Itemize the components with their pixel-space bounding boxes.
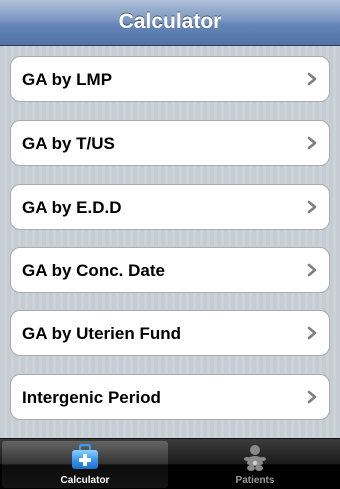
list-item-label: GA by LMP: [22, 70, 113, 89]
list-item-label: GA by Uterien Fund: [22, 324, 181, 343]
list-item-ga-by-uterien-fund[interactable]: GA by Uterien Fund: [10, 310, 330, 356]
baby-icon: [244, 445, 266, 471]
chevron-right-icon: [307, 72, 317, 86]
navigation-bar: Calculator: [0, 0, 340, 46]
screen: Calculator GA by LMP GA by T/US GA by E.…: [0, 0, 340, 489]
list-item-label: GA by Conc. Date: [22, 261, 165, 280]
list-item-label: GA by E.D.D: [22, 198, 122, 217]
list-item-label: Intergenic Period: [22, 388, 161, 407]
list-item-label: GA by T/US: [22, 134, 115, 153]
medical-kit-icon: [72, 444, 98, 469]
chevron-right-icon: [307, 200, 317, 214]
tab-label: Patients: [235, 475, 275, 486]
tab-label: Calculator: [60, 475, 110, 486]
list-item-ga-by-conc-date[interactable]: GA by Conc. Date: [10, 247, 330, 293]
list-item-ga-by-edd[interactable]: GA by E.D.D: [10, 184, 330, 230]
chevron-right-icon: [307, 326, 317, 340]
chevron-right-icon: [307, 390, 317, 404]
chevron-right-icon: [307, 263, 317, 277]
tab-bar: Calculator Patients: [0, 438, 340, 489]
list-item-ga-by-lmp[interactable]: GA by LMP: [10, 56, 330, 102]
list-item-intergenic-period[interactable]: Intergenic Period: [10, 374, 330, 420]
tab-calculator[interactable]: Calculator: [2, 441, 168, 488]
chevron-right-icon: [307, 136, 317, 150]
page-title: Calculator: [118, 10, 222, 33]
list-item-ga-by-t-us[interactable]: GA by T/US: [10, 120, 330, 166]
tab-patients[interactable]: Patients: [172, 441, 338, 488]
